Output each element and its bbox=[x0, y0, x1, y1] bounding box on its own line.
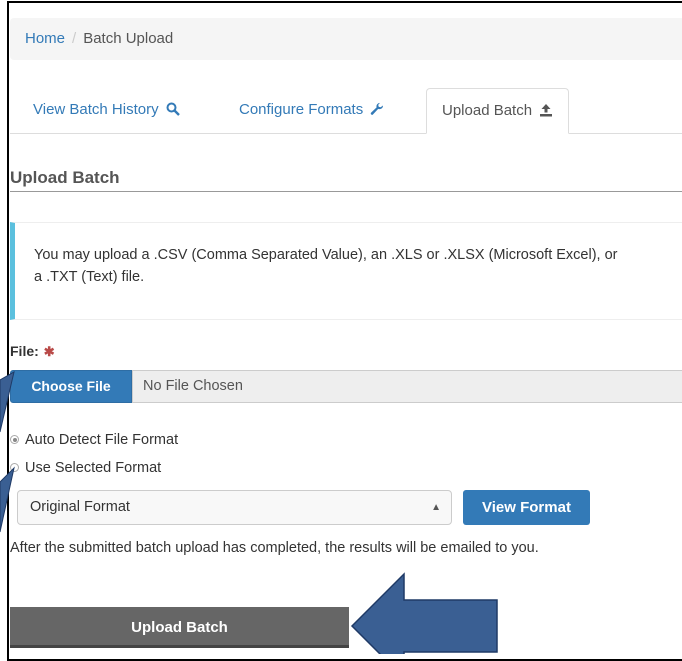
info-callout: You may upload a .CSV (Comma Separated V… bbox=[10, 222, 682, 320]
file-label: File: ✱ bbox=[10, 343, 55, 360]
radio-use-selected[interactable]: Use Selected Format bbox=[10, 458, 161, 478]
file-label-text: File: bbox=[10, 343, 39, 359]
completion-note: After the submitted batch upload has com… bbox=[10, 540, 539, 556]
radio-auto-detect[interactable]: Auto Detect File Format bbox=[10, 430, 178, 450]
view-format-button[interactable]: View Format bbox=[463, 490, 590, 525]
radio-label: Use Selected Format bbox=[25, 460, 162, 476]
choose-file-button[interactable]: Choose File bbox=[10, 370, 132, 403]
required-asterisk-icon: ✱ bbox=[43, 344, 55, 359]
radio-button-icon[interactable] bbox=[10, 435, 19, 444]
tab-view-batch-history[interactable]: View Batch History bbox=[18, 88, 195, 132]
section-divider bbox=[10, 191, 682, 192]
tab-label: View Batch History bbox=[33, 101, 159, 118]
section-title: Upload Batch bbox=[10, 168, 120, 187]
breadcrumb: Home / Batch Upload bbox=[10, 18, 682, 60]
file-input-group: Choose File No File Chosen bbox=[10, 370, 682, 403]
tab-upload-batch[interactable]: Upload Batch bbox=[426, 88, 570, 134]
breadcrumb-home-link[interactable]: Home bbox=[25, 30, 65, 47]
info-text: You may upload a .CSV (Comma Separated V… bbox=[34, 247, 618, 285]
wrench-icon bbox=[371, 102, 384, 115]
tab-bar: View Batch History Configure Formats Upl… bbox=[10, 88, 682, 134]
breadcrumb-separator: / bbox=[72, 30, 77, 47]
format-select-value: Original Format bbox=[30, 499, 130, 515]
upload-icon bbox=[540, 104, 553, 117]
select-arrows-icon: ▲ bbox=[431, 502, 441, 513]
search-icon bbox=[166, 102, 180, 116]
upload-batch-button[interactable]: Upload Batch bbox=[10, 607, 349, 648]
tab-label: Upload Batch bbox=[442, 102, 533, 119]
format-select[interactable]: Original Format ▲ bbox=[17, 490, 452, 525]
tab-label: Configure Formats bbox=[239, 101, 364, 118]
radio-button-icon[interactable] bbox=[10, 463, 19, 472]
file-name-field[interactable]: No File Chosen bbox=[132, 370, 682, 403]
radio-label: Auto Detect File Format bbox=[25, 432, 179, 448]
tab-configure-formats[interactable]: Configure Formats bbox=[224, 88, 399, 132]
breadcrumb-current: Batch Upload bbox=[83, 30, 174, 47]
